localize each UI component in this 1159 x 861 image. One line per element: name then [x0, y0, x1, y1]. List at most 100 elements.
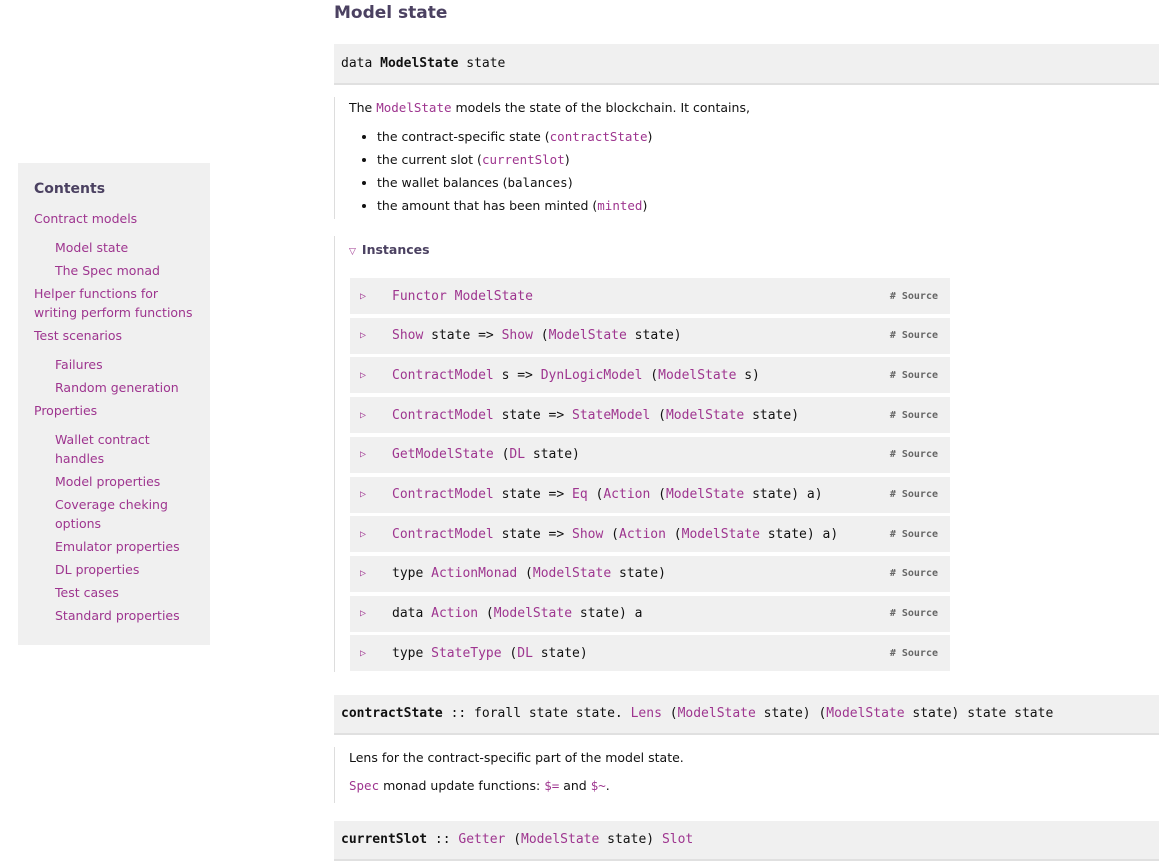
source-link[interactable]: # Source — [890, 529, 938, 540]
source-link[interactable]: # Source — [890, 648, 938, 659]
type-link[interactable]: Slot — [662, 832, 693, 847]
expand-triangle-icon[interactable]: ▷ — [360, 370, 382, 381]
type-link[interactable]: ModelState — [549, 328, 627, 343]
expand-triangle-icon[interactable]: ▷ — [360, 529, 382, 540]
hash-anchor[interactable]: # — [890, 449, 896, 460]
expand-triangle-icon[interactable]: ▷ — [360, 291, 382, 302]
contents-item[interactable]: Failures — [55, 355, 202, 374]
type-link[interactable]: Show — [502, 328, 533, 343]
type-link[interactable]: ModelState — [455, 289, 533, 304]
type-link[interactable]: DL — [509, 447, 525, 462]
type-link[interactable]: ContractModel — [392, 527, 494, 542]
instance-row[interactable]: ▷ Functor ModelState # Source — [350, 278, 950, 314]
bullet-code[interactable]: currentSlot — [482, 152, 565, 167]
type-link[interactable]: ModelState — [666, 408, 744, 423]
source-link[interactable]: # Source — [890, 410, 938, 421]
type-link[interactable]: ContractModel — [392, 408, 494, 423]
bullet-code[interactable]: contractState — [550, 129, 648, 144]
type-link[interactable]: Show — [572, 527, 603, 542]
source-link[interactable]: # Source — [890, 449, 938, 460]
contents-item[interactable]: The Spec monad — [55, 261, 202, 280]
contents-item[interactable]: Random generation — [55, 378, 202, 397]
contents-item[interactable]: Model state — [55, 238, 202, 257]
hash-anchor[interactable]: # — [890, 291, 896, 302]
hash-anchor[interactable]: # — [890, 529, 896, 540]
source-label[interactable]: Source — [902, 489, 938, 500]
bullet-code[interactable]: minted — [597, 198, 642, 213]
type-link[interactable]: Action — [431, 606, 478, 621]
source-label[interactable]: Source — [902, 568, 938, 579]
type-link[interactable]: Getter — [458, 832, 505, 847]
instance-row[interactable]: ▷ ContractModel state => Eq (Action (Mode… — [350, 476, 950, 513]
contents-item[interactable]: Wallet contract handles — [55, 430, 202, 468]
source-label[interactable]: Source — [902, 410, 938, 421]
type-link[interactable]: ContractModel — [392, 368, 494, 383]
contents-item[interactable]: Coverage cheking options — [55, 495, 202, 533]
type-link[interactable]: DL — [517, 646, 533, 661]
source-link[interactable]: # Source — [890, 291, 938, 302]
hash-anchor[interactable]: # — [890, 370, 896, 381]
expand-triangle-icon[interactable]: ▷ — [360, 648, 382, 659]
spec-link[interactable]: Spec — [349, 778, 379, 793]
contents-item[interactable]: Emulator properties — [55, 537, 202, 556]
contents-item[interactable]: Test scenarios — [34, 326, 202, 345]
source-label[interactable]: Source — [902, 370, 938, 381]
source-label[interactable]: Source — [902, 449, 938, 460]
instance-row[interactable]: ▷ type ActionMonad (ModelState state) # Sou… — [350, 555, 950, 592]
expand-triangle-icon[interactable]: ▷ — [360, 410, 382, 421]
expand-triangle-icon[interactable]: ▷ — [360, 568, 382, 579]
source-link[interactable]: # Source — [890, 370, 938, 381]
type-link[interactable]: ModelState — [521, 832, 599, 847]
type-link[interactable]: Show — [392, 328, 423, 343]
contents-item[interactable]: Standard properties — [55, 606, 202, 625]
contents-item[interactable]: Test cases — [55, 583, 202, 602]
type-link[interactable]: ModelState — [494, 606, 572, 621]
source-label[interactable]: Source — [902, 648, 938, 659]
type-link[interactable]: Functor — [392, 289, 447, 304]
type-link[interactable]: GetModelState — [392, 447, 494, 462]
hash-anchor[interactable]: # — [890, 648, 896, 659]
source-link[interactable]: # Source — [890, 608, 938, 619]
type-link[interactable]: ModelState — [826, 706, 904, 721]
type-link[interactable]: Action — [619, 527, 666, 542]
type-link[interactable]: Action — [603, 487, 650, 502]
expand-triangle-icon[interactable]: ▷ — [360, 608, 382, 619]
instance-row[interactable]: ▷ ContractModel state => StateModel (Mode… — [350, 397, 950, 434]
modify-op-link[interactable]: $~ — [591, 778, 606, 793]
type-link[interactable]: ModelState — [658, 368, 736, 383]
type-link[interactable]: ModelState — [682, 527, 760, 542]
contents-item[interactable]: Model properties — [55, 472, 202, 491]
hash-anchor[interactable]: # — [890, 410, 896, 421]
instances-toggle[interactable]: ▽ Instances — [349, 242, 430, 257]
hash-anchor[interactable]: # — [890, 330, 896, 341]
contents-item[interactable]: DL properties — [55, 560, 202, 579]
source-label[interactable]: Source — [902, 330, 938, 341]
hash-anchor[interactable]: # — [890, 568, 896, 579]
type-link[interactable]: Lens — [631, 706, 662, 721]
instance-row[interactable]: ▷ ContractModel state => Show (Action (Mo… — [350, 516, 950, 553]
source-label[interactable]: Source — [902, 529, 938, 540]
contents-item[interactable]: Contract models — [34, 209, 202, 228]
type-link[interactable]: ModelState — [666, 487, 744, 502]
type-link[interactable]: StateModel — [572, 408, 650, 423]
type-link[interactable]: Eq — [572, 487, 588, 502]
source-link[interactable]: # Source — [890, 489, 938, 500]
modelstate-link[interactable]: ModelState — [376, 100, 451, 115]
instance-row[interactable]: ▷ data Action (ModelState state) a # Source — [350, 595, 950, 632]
expand-triangle-icon[interactable]: ▷ — [360, 330, 382, 341]
instance-row[interactable]: ▷ type StateType (DL state) # Source — [350, 635, 950, 672]
source-link[interactable]: # Source — [890, 568, 938, 579]
source-label[interactable]: Source — [902, 608, 938, 619]
instance-row[interactable]: ▷ Show state => Show (ModelState state) # S… — [350, 317, 950, 354]
type-link[interactable]: ContractModel — [392, 487, 494, 502]
expand-triangle-icon[interactable]: ▷ — [360, 489, 382, 500]
set-op-link[interactable]: $= — [544, 778, 559, 793]
instance-row[interactable]: ▷ GetModelState (DL state) # Source — [350, 436, 950, 473]
contents-item[interactable]: Helper functions for writing perform fun… — [34, 284, 202, 322]
source-label[interactable]: Source — [902, 291, 938, 302]
type-link[interactable]: DynLogicModel — [541, 368, 643, 383]
expand-triangle-icon[interactable]: ▷ — [360, 449, 382, 460]
hash-anchor[interactable]: # — [890, 489, 896, 500]
hash-anchor[interactable]: # — [890, 608, 896, 619]
type-link[interactable]: ModelState — [533, 566, 611, 581]
